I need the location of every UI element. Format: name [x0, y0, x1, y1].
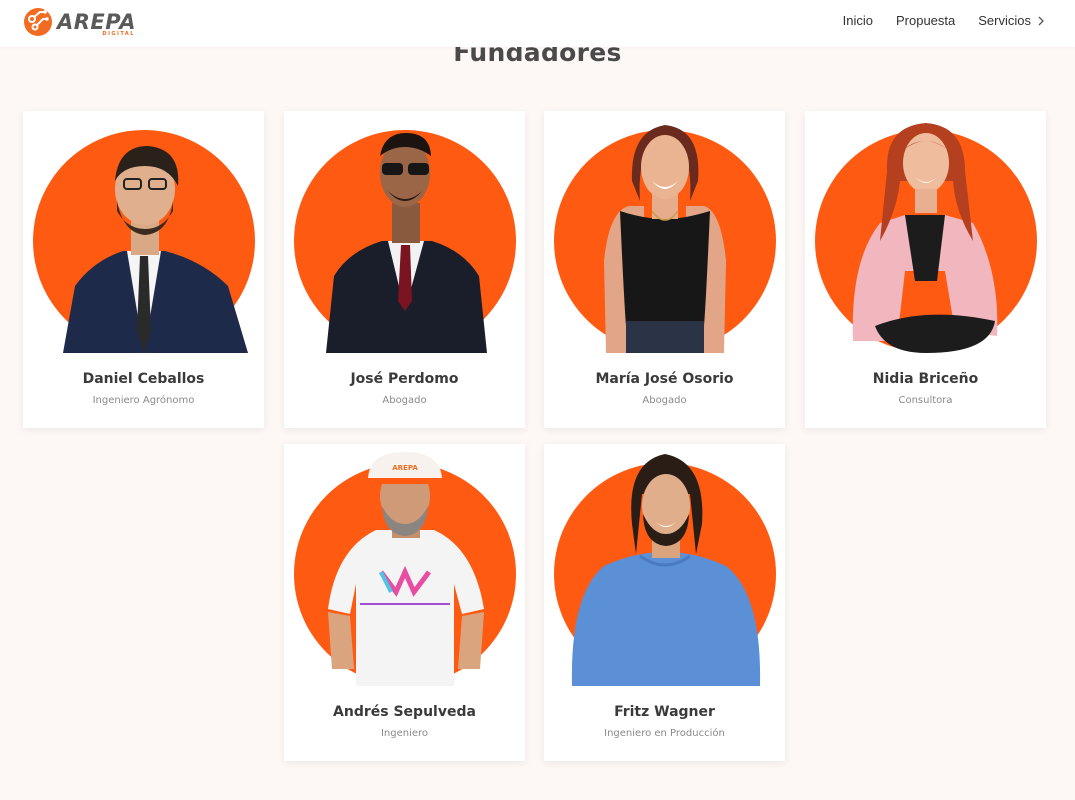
founder-photo: [284, 111, 525, 353]
founder-role: Consultora: [898, 395, 953, 406]
founder-role: Ingeniero: [380, 728, 429, 739]
founder-name: Andrés Sepulveda: [333, 704, 476, 720]
founder-name: Fritz Wagner: [614, 704, 715, 720]
brand-name: AREPA: [57, 10, 136, 34]
founder-role: Ingeniero en Producción: [604, 728, 725, 739]
nav-inicio[interactable]: Inicio: [843, 13, 873, 28]
nav-servicios-label: Servicios: [978, 13, 1031, 28]
brand-logo[interactable]: AREPA DIGITAL: [23, 6, 136, 38]
founder-photo: AREPA: [284, 444, 525, 686]
circuit-logo-icon: [24, 8, 52, 36]
founder-photo: [23, 111, 264, 353]
founder-card: María José Osorio Abogado: [544, 111, 785, 428]
brand-tagline: DIGITAL: [102, 31, 135, 37]
founder-photo: [544, 111, 785, 353]
main-nav: Inicio Propuesta Servicios: [820, 13, 1045, 28]
founder-name: Daniel Ceballos: [82, 371, 205, 387]
site-header: AREPA DIGITAL Inicio Propuesta Servicios: [0, 0, 1075, 47]
founder-role: Abogado: [642, 395, 687, 406]
founder-role: Abogado: [382, 395, 427, 406]
founder-card: José Perdomo Abogado: [284, 111, 525, 428]
chevron-right-icon: [1038, 16, 1044, 25]
founder-photo: [805, 111, 1046, 353]
founder-card: Daniel Ceballos Ingeniero Agrónomo: [23, 111, 264, 428]
founder-card: Fritz Wagner Ingeniero en Producción: [544, 444, 785, 761]
nav-servicios[interactable]: Servicios: [978, 13, 1045, 28]
founder-card: AREPA Andrés Sepulveda Ingeniero: [284, 444, 525, 761]
founder-card: Nidia Briceño Consultora: [805, 111, 1046, 428]
founder-name: Nidia Briceño: [872, 371, 979, 387]
svg-text:AREPA: AREPA: [392, 464, 418, 472]
founder-role: Ingeniero Agrónomo: [92, 395, 195, 406]
founder-name: José Perdomo: [350, 371, 459, 387]
founder-photo: [544, 444, 785, 686]
founder-name: María José Osorio: [595, 371, 734, 387]
nav-propuesta[interactable]: Propuesta: [896, 13, 955, 28]
